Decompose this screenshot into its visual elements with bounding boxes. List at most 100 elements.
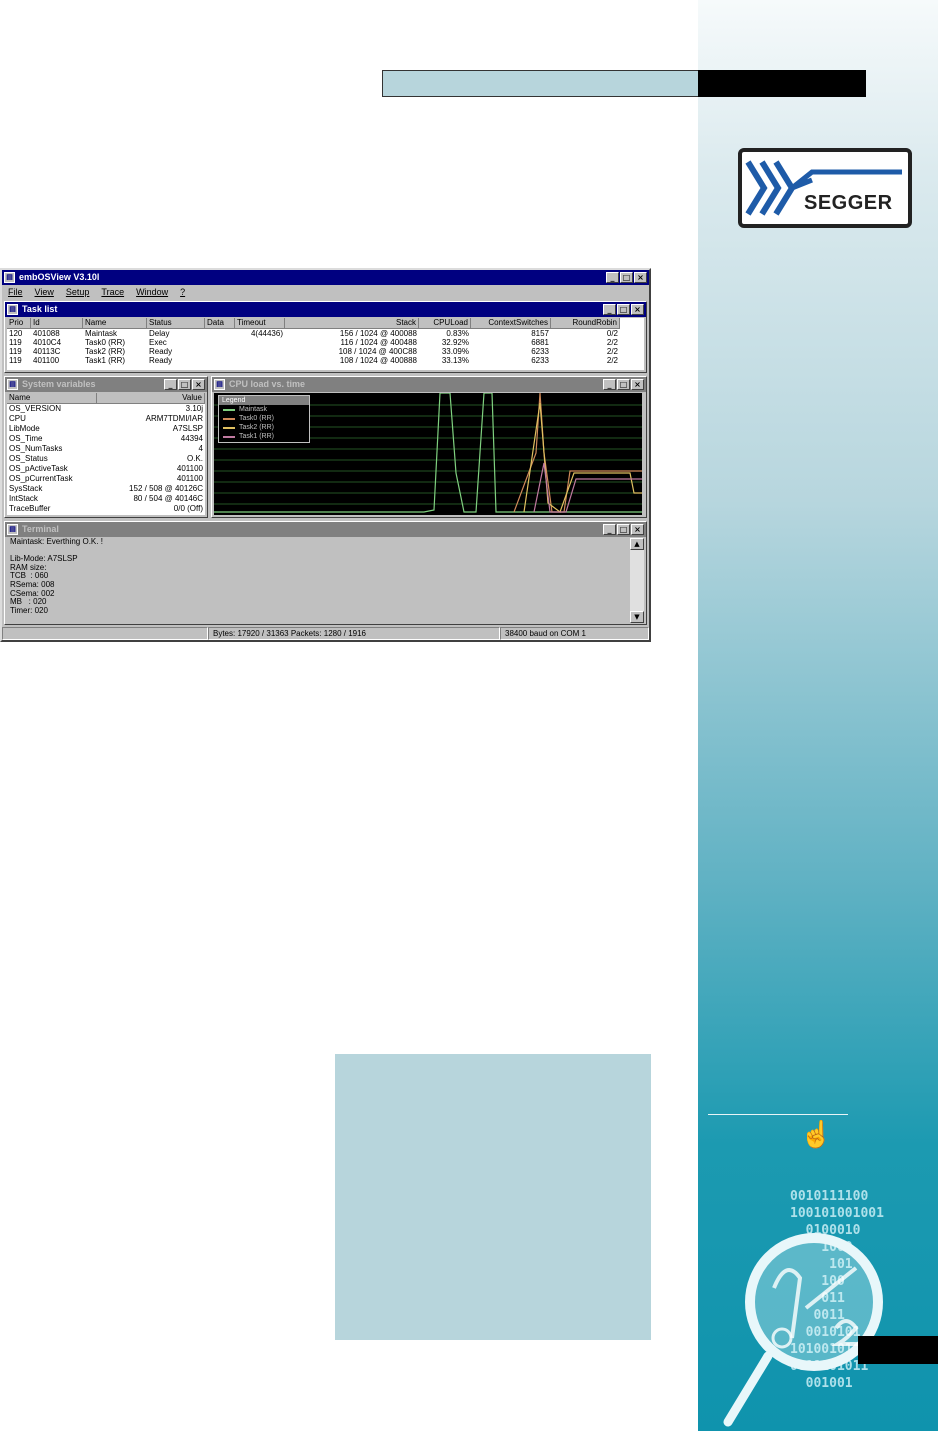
legend-entry: Task1 (RR)	[219, 432, 309, 441]
menu-item[interactable]: File	[8, 285, 23, 300]
list-item[interactable]: OS_pCurrentTask 401100	[7, 474, 205, 484]
variable-cell: 401100	[176, 464, 203, 473]
legend-label: Task1 (RR)	[239, 433, 275, 440]
list-item[interactable]: TraceBuffer 0/0 (Off)	[7, 504, 205, 514]
column-header[interactable]: Id	[31, 318, 83, 329]
variable-cell: 401100	[176, 474, 203, 483]
minimize-button[interactable]: _	[603, 379, 616, 390]
column-header[interactable]: Name	[83, 318, 147, 329]
list-item[interactable]: SysStack 152 / 508 @ 40126C	[7, 484, 205, 494]
cpuload-titlebar[interactable]: ▤ CPU load vs. time _ □ ×	[212, 377, 646, 392]
minimize-button[interactable]: _	[603, 304, 616, 315]
column-header[interactable]: Name	[7, 393, 97, 404]
list-item[interactable]: IntStack 80 / 504 @ 40146C	[7, 494, 205, 504]
table-row[interactable]: 119 4010C4 Task0 (RR) Exec 116 / 1024 @ 4004…	[7, 338, 644, 347]
load-trace	[523, 402, 642, 513]
status-baud: 38400 baud on COM 1	[500, 627, 649, 640]
list-item[interactable]: OS_VERSION 3.10j	[7, 404, 205, 414]
page-tab	[858, 1336, 938, 1364]
maximize-button[interactable]: □	[178, 379, 191, 390]
maximize-button[interactable]: □	[617, 524, 630, 535]
header-bar	[382, 70, 698, 97]
column-header[interactable]: Value	[97, 393, 205, 404]
table-cell: 33.13%	[441, 356, 469, 365]
table-row[interactable]: 119 401100 Task1 (RR) Ready 108 / 1024 @ 400…	[7, 356, 644, 365]
close-button[interactable]: ×	[634, 272, 647, 283]
variable-cell: OS_pActiveTask	[9, 464, 68, 473]
close-button[interactable]: ×	[192, 379, 205, 390]
list-item[interactable]: OS_Status O.K.	[7, 454, 205, 464]
table-cell	[205, 329, 235, 338]
column-header[interactable]: RoundRobin	[551, 318, 620, 329]
table-cell: Ready	[149, 347, 173, 356]
menu-item[interactable]: Setup	[66, 285, 90, 300]
terminal-line: Timer: 020	[10, 605, 48, 615]
table-cell: Maintask	[85, 329, 118, 338]
maximize-button[interactable]: □	[617, 379, 630, 390]
column-header[interactable]: Stack	[285, 318, 419, 329]
variable-cell: OS_VERSION	[9, 404, 62, 413]
variable-cell: SysStack	[9, 484, 43, 493]
column-header[interactable]: CPULoad	[419, 318, 471, 329]
terminal-scrollbar[interactable]: ▲ ▼	[630, 538, 644, 623]
terminal-titlebar[interactable]: ▤ Terminal _ □ ×	[5, 522, 646, 537]
close-button[interactable]: ×	[631, 379, 644, 390]
list-item[interactable]: LibMode A7SLSP	[7, 424, 205, 434]
variable-cell: A7SLSP	[172, 424, 203, 433]
table-row[interactable]: 120 401088 Maintask Delay 4(44436) 156 / 1024…	[7, 329, 644, 338]
close-button[interactable]: ×	[631, 304, 644, 315]
table-cell: 401088	[33, 329, 60, 338]
maximize-button[interactable]: □	[620, 272, 633, 283]
minimize-button[interactable]: _	[164, 379, 177, 390]
menu-item[interactable]: Trace	[101, 285, 124, 300]
window-icon: ▤	[7, 304, 18, 315]
column-header[interactable]: Data	[205, 318, 235, 329]
tasklist-titlebar[interactable]: ▤ Task list _ □ ×	[5, 302, 646, 317]
table-cell	[235, 347, 285, 356]
variable-cell: CPU	[9, 414, 26, 423]
table-cell: 108 / 1024 @ 400888	[339, 356, 417, 365]
app-titlebar[interactable]: ▤ embOSView V3.10l _ □ ×	[2, 270, 649, 285]
table-cell: 33.09%	[441, 347, 469, 356]
legend-title: Legend	[219, 396, 309, 405]
table-cell	[205, 356, 235, 365]
maximize-button[interactable]: □	[617, 304, 630, 315]
list-item[interactable]: OS_Time 44394	[7, 434, 205, 444]
scroll-down-icon[interactable]: ▼	[630, 611, 644, 623]
menu-item[interactable]: ?	[180, 285, 185, 300]
column-header[interactable]: Status	[147, 318, 205, 329]
scroll-up-icon[interactable]: ▲	[630, 538, 644, 550]
table-cell: 156 / 1024 @ 400088	[339, 329, 417, 338]
minimize-button[interactable]: _	[603, 524, 616, 535]
table-cell: 6881	[531, 338, 549, 347]
legend-swatch	[223, 426, 235, 429]
status-bytes: Bytes: 17920 / 31363 Packets: 1280 / 191…	[208, 627, 500, 640]
table-cell	[205, 338, 235, 347]
tasklist-title: Task list	[22, 304, 58, 314]
list-item[interactable]: CPU ARM7TDMI/IAR	[7, 414, 205, 424]
legend-entry: Task0 (RR)	[219, 414, 309, 423]
table-cell	[205, 347, 235, 356]
app-title: embOSView V3.10l	[19, 272, 100, 282]
sysvars-titlebar[interactable]: ▤ System variables _ □ ×	[5, 377, 207, 392]
column-header[interactable]: Prio	[7, 318, 31, 329]
legend-entry: Maintask	[219, 405, 309, 414]
menu-item[interactable]: Window	[136, 285, 168, 300]
window-icon: ▤	[7, 379, 18, 390]
list-item[interactable]: OS_pActiveTask 401100	[7, 464, 205, 474]
minimize-button[interactable]: _	[606, 272, 619, 283]
column-header[interactable]: ContextSwitches	[471, 318, 551, 329]
list-item[interactable]: OS_NumTasks 4	[7, 444, 205, 454]
terminal-line: Maintask: Everthing O.K. !	[10, 537, 103, 546]
table-cell	[235, 356, 285, 365]
column-header[interactable]: Timeout	[235, 318, 285, 329]
sysvars-title: System variables	[22, 379, 96, 389]
table-row[interactable]: 119 40113C Task2 (RR) Ready 108 / 1024 @ 400…	[7, 347, 644, 356]
menu-item[interactable]: View	[35, 285, 54, 300]
terminal-output[interactable]: Maintask: Everthing O.K. ! Lib-Mode: A7SL…	[7, 537, 629, 623]
header-bar-dark	[698, 70, 866, 97]
close-button[interactable]: ×	[631, 524, 644, 535]
table-cell: 6233	[531, 347, 549, 356]
variable-cell: 152 / 508 @ 40126C	[129, 484, 203, 493]
